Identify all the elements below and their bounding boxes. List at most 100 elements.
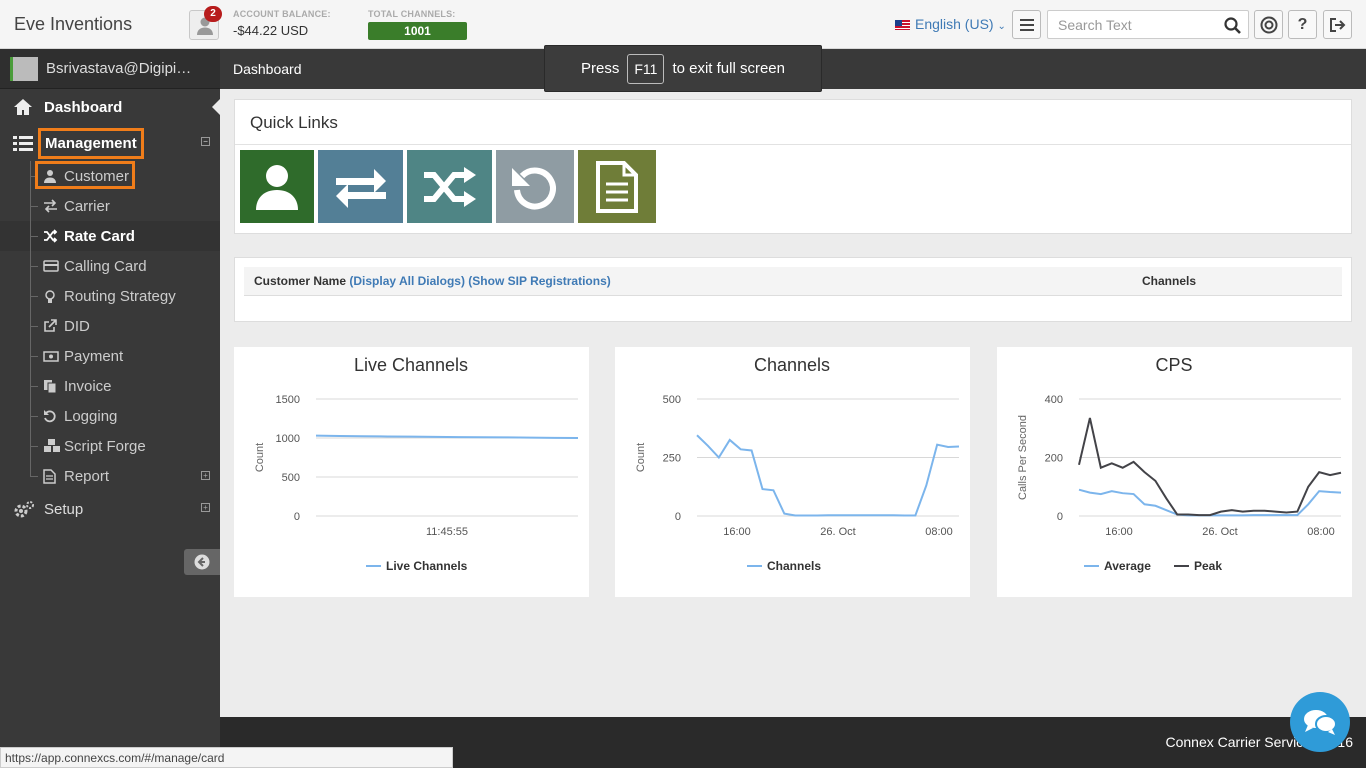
quick-link-report[interactable]	[578, 150, 656, 223]
sidebar-item-dashboard[interactable]: Dashboard	[0, 89, 220, 125]
chart-title: CPS	[1155, 355, 1192, 375]
collapse-sidebar-button[interactable]	[184, 549, 220, 575]
display-all-dialogs-link[interactable]: (Display All Dialogs)	[349, 274, 465, 288]
breadcrumb-item: Dashboard	[233, 61, 302, 77]
legend-label: Average	[1104, 559, 1151, 573]
quick-links-panel: Quick Links	[234, 99, 1352, 234]
sidebar-item-customer[interactable]: Customer	[0, 161, 220, 191]
y-axis-label: Count	[254, 443, 266, 472]
expand-icon[interactable]: +	[201, 471, 210, 480]
notice-text: Press	[581, 60, 620, 77]
notice-text: to exit full screen	[672, 60, 785, 77]
sidebar-item-setup[interactable]: Setup +	[0, 491, 220, 527]
chat-button[interactable]	[1290, 692, 1350, 752]
exchange-icon	[44, 199, 57, 213]
y-tick-label: 200	[1045, 453, 1063, 465]
sidebar-item-invoice[interactable]: Invoice	[0, 371, 220, 401]
file-icon	[43, 469, 56, 484]
live-channels-chart: Live Channels 0 500 1000 1500 Count 11:45:55 Li…	[234, 347, 589, 597]
sidebar-item-carrier[interactable]: Carrier	[0, 191, 220, 221]
status-bar-url: https://app.connexcs.com/#/manage/card	[0, 747, 453, 768]
shuffle-icon	[44, 229, 58, 243]
file-text-icon	[596, 160, 638, 213]
sidebar-item-label: Carrier	[64, 197, 110, 215]
sidebar-item-report[interactable]: Report +	[0, 461, 220, 491]
support-button[interactable]	[1254, 10, 1283, 39]
logout-button[interactable]	[1323, 10, 1352, 39]
sidebar-item-label: Invoice	[64, 377, 112, 395]
sidebar-item-routing-strategy[interactable]: Routing Strategy	[0, 281, 220, 311]
quick-link-rate-card[interactable]	[407, 150, 492, 223]
collapse-icon[interactable]: −	[201, 137, 210, 146]
account-balance-value: -$44.22 USD	[233, 23, 309, 38]
menu-button[interactable]	[1012, 10, 1041, 39]
table-header: Customer Name (Display All Dialogs) (Sho…	[244, 267, 1342, 296]
sidebar-item-label: Management	[38, 127, 144, 159]
home-icon	[14, 99, 32, 115]
total-channels-value: 1001	[368, 22, 467, 40]
legend-label: Peak	[1194, 559, 1222, 573]
y-tick-label: 400	[1045, 394, 1063, 406]
credit-card-icon	[43, 260, 59, 272]
external-link-icon	[44, 319, 57, 332]
sidebar-item-logging[interactable]: Logging	[0, 401, 220, 431]
column-channels: Channels	[1141, 274, 1196, 288]
sidebar-item-label: DID	[64, 317, 90, 335]
shuffle-icon	[423, 166, 476, 207]
account-balance-label: ACCOUNT BALANCE:	[233, 9, 331, 19]
chart-svg: Live Channels 0 500 1000 1500 Count 11:45:55 Li…	[254, 355, 579, 573]
x-tick-label: 16:00	[723, 526, 751, 538]
language-selector[interactable]: English (US) ⌄	[895, 16, 1006, 32]
search-input[interactable]	[1048, 11, 1218, 38]
sidebar-item-calling-card[interactable]: Calling Card	[0, 251, 220, 281]
hamburger-icon	[1019, 18, 1034, 31]
sidebar-item-label: Logging	[64, 407, 118, 425]
sidebar-item-script-forge[interactable]: Script Forge	[0, 431, 220, 461]
channels-chart: Channels 0 250 500 Count 16:00 26. Oct 08:00 Cha…	[615, 347, 970, 597]
x-tick-label: 26. Oct	[1202, 526, 1237, 538]
y-tick-label: 1000	[276, 433, 300, 445]
sidebar: Bsrivastava@Digipig... Dashboard Managem…	[0, 49, 220, 768]
sidebar-item-did[interactable]: DID	[0, 311, 220, 341]
y-tick-label: 500	[282, 472, 300, 484]
expand-icon[interactable]: +	[201, 503, 210, 512]
total-channels-label: TOTAL CHANNELS:	[368, 9, 456, 19]
chart-svg: Channels 0 250 500 Count 16:00 26. Oct 08:00 Cha…	[635, 355, 960, 573]
sidebar-item-rate-card[interactable]: Rate Card	[0, 221, 220, 251]
legend-label: Channels	[767, 559, 821, 573]
language-label: English (US)	[915, 16, 994, 32]
x-tick-label: 08:00	[925, 526, 953, 538]
notification-badge: 2	[204, 6, 222, 22]
undo-icon	[44, 410, 56, 423]
user-profile[interactable]: Bsrivastava@Digipig...	[0, 49, 220, 89]
quick-link-carrier[interactable]	[318, 150, 403, 223]
money-icon	[43, 351, 59, 362]
sidebar-item-payment[interactable]: Payment	[0, 341, 220, 371]
x-tick-label: 08:00	[1307, 526, 1335, 538]
customer-channels-table: Customer Name (Display All Dialogs) (Sho…	[234, 257, 1352, 322]
life-ring-icon	[1260, 16, 1277, 33]
sidebar-item-label: Dashboard	[44, 98, 123, 116]
list-icon	[13, 136, 33, 151]
cogs-icon	[14, 501, 34, 518]
sidebar-item-management[interactable]: Management −	[0, 125, 220, 161]
help-button[interactable]: ?	[1288, 10, 1317, 39]
legend-label: Live Channels	[386, 559, 468, 573]
sidebar-item-label: Report	[64, 467, 110, 485]
notice-key: F11	[627, 53, 665, 84]
show-sip-registrations-link[interactable]: (Show SIP Registrations)	[468, 274, 610, 288]
chart-title: Live Channels	[354, 355, 468, 375]
undo-icon	[512, 167, 556, 209]
avatar	[10, 57, 38, 81]
arrow-circle-left-icon	[194, 554, 210, 570]
quick-link-logging[interactable]	[496, 150, 574, 223]
sidebar-item-label: Setup	[44, 500, 84, 518]
quick-link-customer[interactable]	[240, 150, 314, 223]
question-icon: ?	[1297, 15, 1308, 33]
top-bar: Eve Inventions 2 ACCOUNT BALANCE: -$44.2…	[0, 0, 1366, 49]
cubes-icon	[44, 439, 60, 452]
x-tick-label: 16:00	[1105, 526, 1133, 538]
search-icon[interactable]	[1224, 17, 1241, 34]
user-name: Bsrivastava@Digipig...	[46, 60, 196, 77]
fullscreen-notice: Press F11 to exit full screen	[544, 45, 822, 92]
